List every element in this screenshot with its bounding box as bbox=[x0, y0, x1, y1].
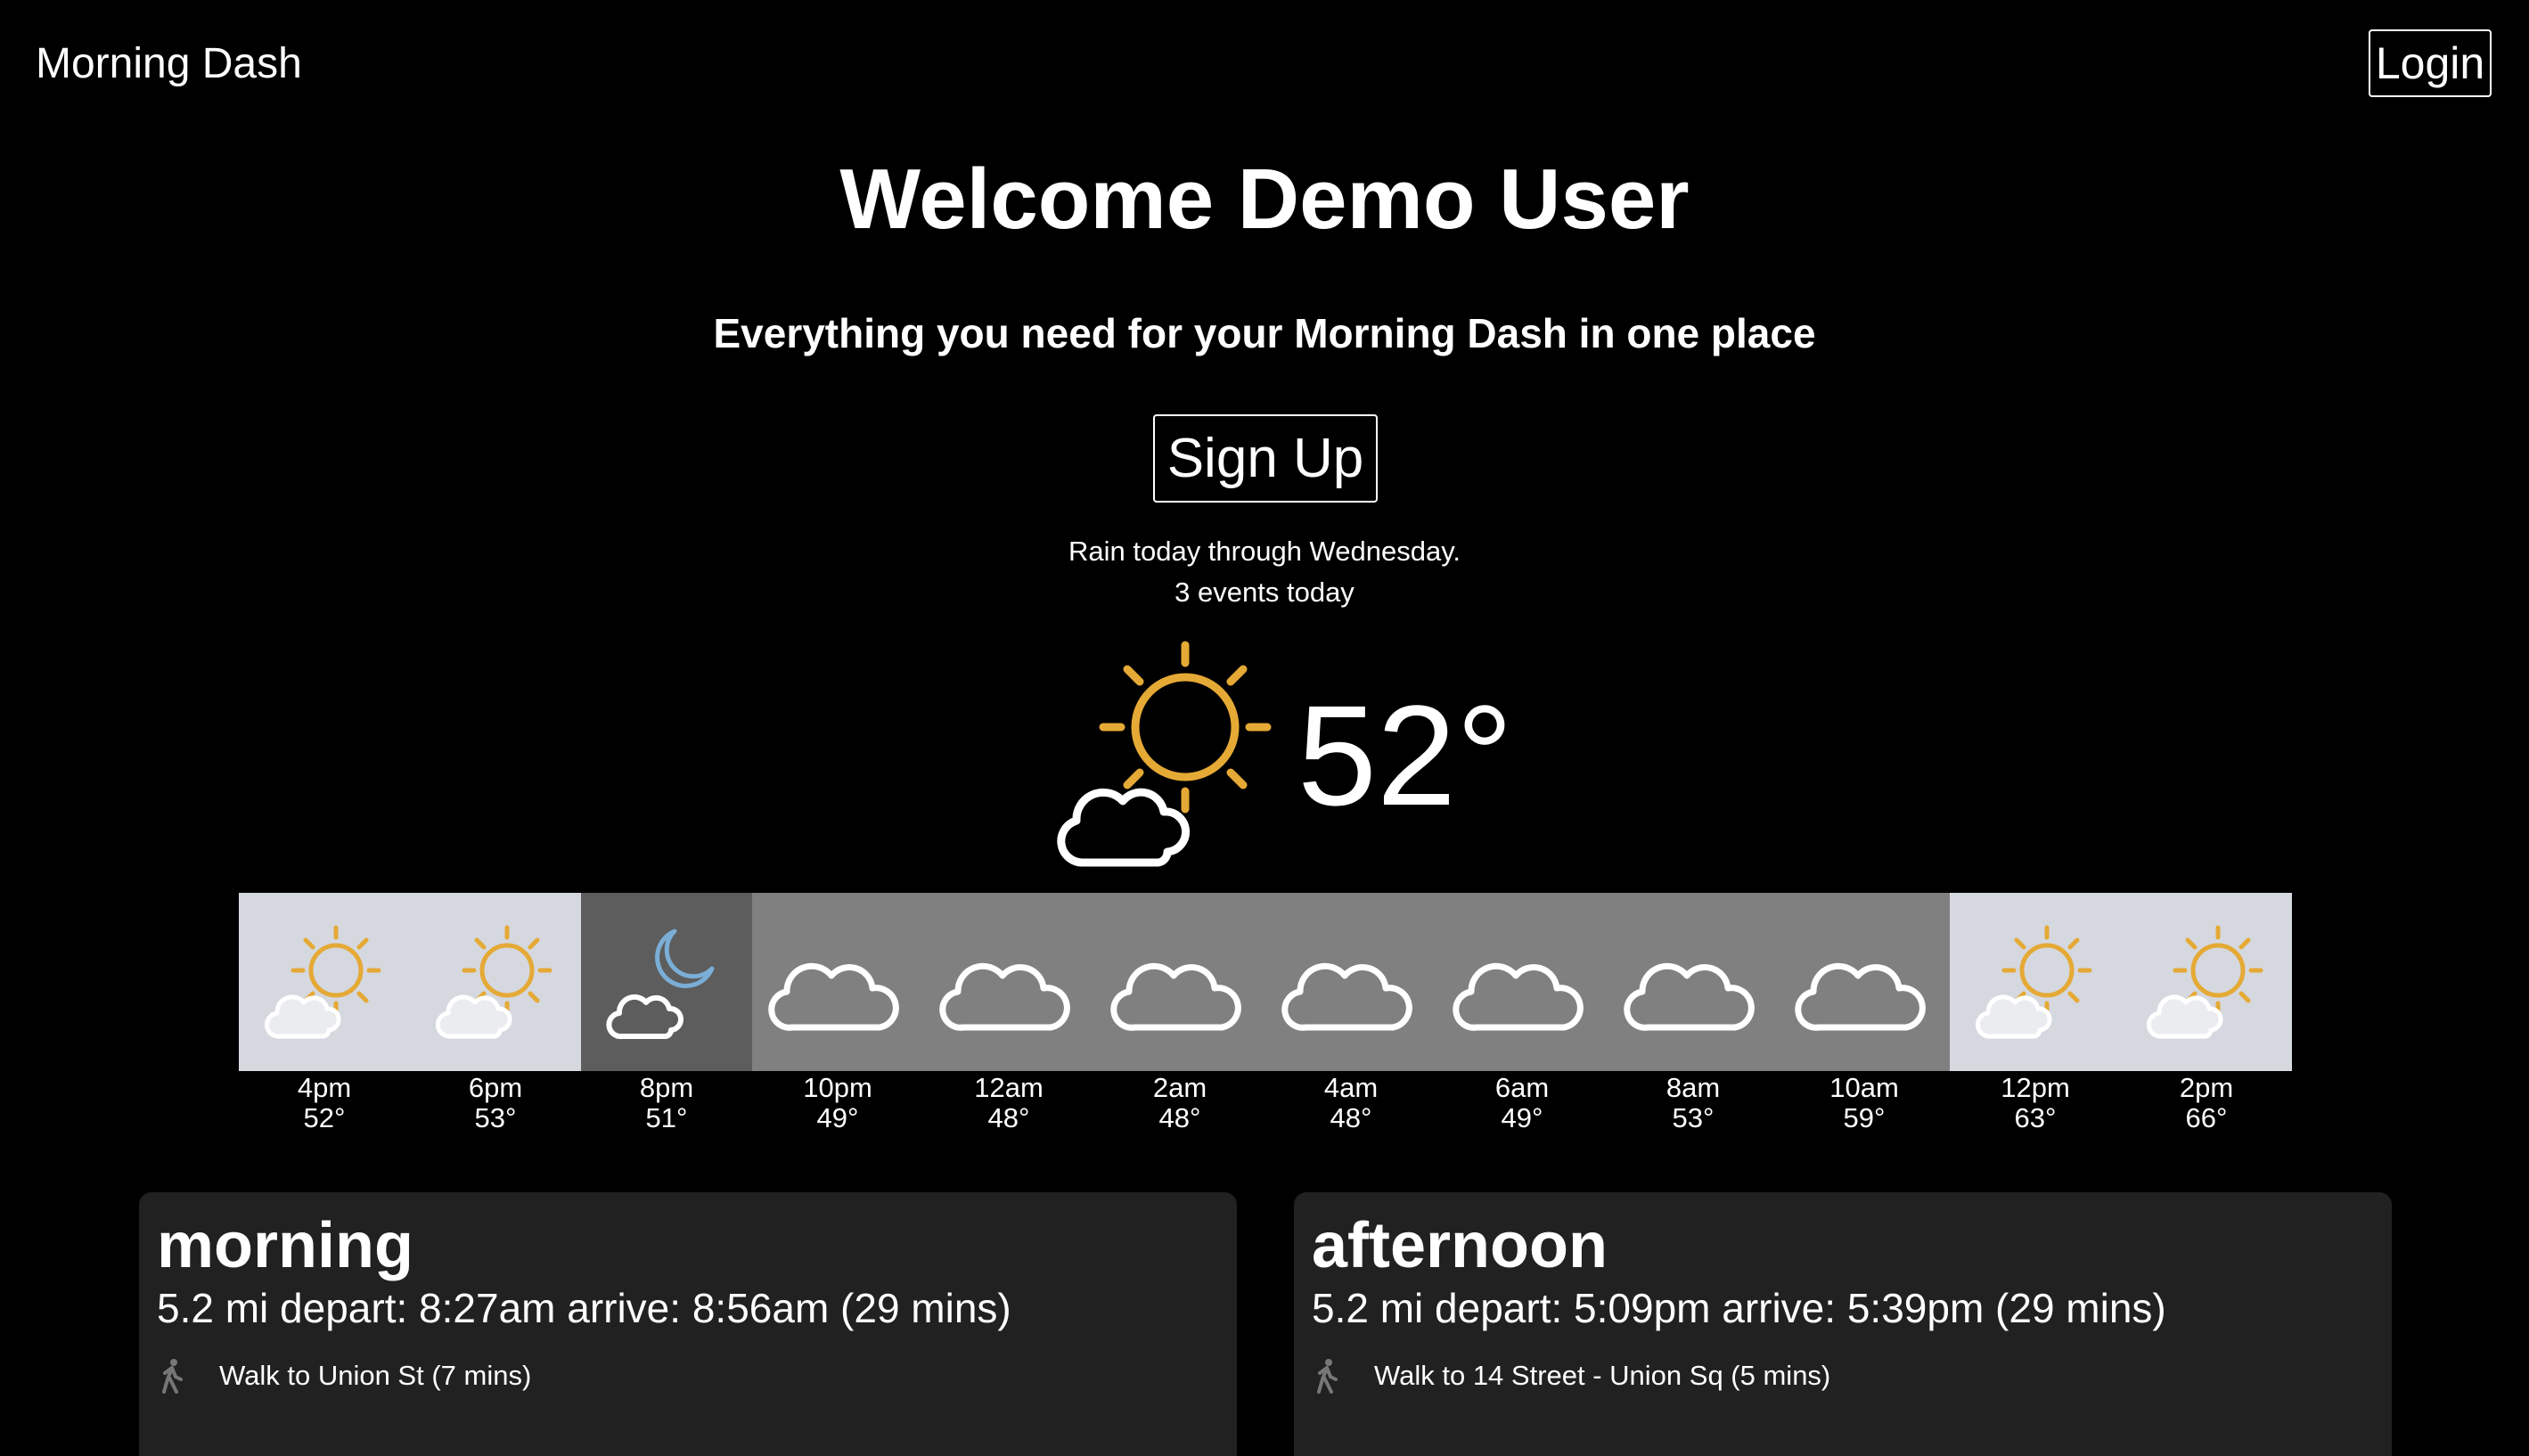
hourly-time: 6am bbox=[1494, 1072, 1550, 1103]
hourly-temperature: 52° bbox=[303, 1102, 346, 1133]
login-button[interactable]: Login bbox=[2369, 29, 2492, 97]
hourly-forecast-item: 8am 53° bbox=[1608, 893, 1779, 1133]
hourly-forecast: 4pm 52° 6pm 53° 8pm 51° 10pm 49° 12am 48… bbox=[239, 893, 2292, 1133]
hourly-forecast-item: 6am 49° bbox=[1436, 893, 1608, 1133]
hourly-time: 10am bbox=[1829, 1072, 1899, 1103]
commute-title: morning bbox=[157, 1210, 413, 1281]
hourly-temperature: 66° bbox=[2185, 1102, 2228, 1133]
hourly-time: 2pm bbox=[2179, 1072, 2234, 1103]
hourly-temperature: 53° bbox=[474, 1102, 517, 1133]
hourly-temperature: 59° bbox=[1843, 1102, 1886, 1133]
partly-cloudy-day-icon bbox=[239, 893, 410, 1071]
partly-cloudy-day-icon bbox=[2121, 893, 2292, 1071]
hourly-forecast-item: 12pm 63° bbox=[1950, 893, 2121, 1133]
commute-step-text: Walk to Union St (7 mins) bbox=[219, 1360, 532, 1391]
commute-step: Walk to Union St (7 mins) bbox=[157, 1358, 531, 1394]
cloud-icon bbox=[1436, 893, 1608, 1071]
weather-summary-text: Rain today through Wednesday. bbox=[1068, 536, 1461, 567]
cloud-icon bbox=[752, 893, 923, 1071]
hourly-forecast-item: 12am 48° bbox=[923, 893, 1094, 1133]
cloud-icon bbox=[923, 893, 1094, 1071]
hourly-forecast-item: 4am 48° bbox=[1265, 893, 1436, 1133]
cloud-icon bbox=[1265, 893, 1436, 1071]
hourly-time: 2am bbox=[1152, 1072, 1207, 1103]
events-count-text: 3 events today bbox=[1174, 577, 1355, 608]
commute-card-morning[interactable]: morning 5.2 mi depart: 8:27am arrive: 8:… bbox=[139, 1192, 1237, 1456]
hourly-temperature: 49° bbox=[1501, 1102, 1543, 1133]
hourly-time: 8am bbox=[1666, 1072, 1721, 1103]
commute-card-afternoon[interactable]: afternoon 5.2 mi depart: 5:09pm arrive: … bbox=[1294, 1192, 2392, 1456]
hourly-forecast-item: 2am 48° bbox=[1094, 893, 1265, 1133]
hourly-time: 10pm bbox=[803, 1072, 872, 1103]
partly-cloudy-night-icon bbox=[581, 893, 752, 1071]
partly-cloudy-day-icon bbox=[1043, 638, 1278, 873]
hourly-forecast-item: 10am 59° bbox=[1779, 893, 1950, 1133]
page: Morning Dash Login Welcome Demo User Eve… bbox=[0, 0, 2529, 1456]
partly-cloudy-day-icon bbox=[410, 893, 581, 1071]
commute-trip-summary: 5.2 mi depart: 5:09pm arrive: 5:39pm (29… bbox=[1312, 1285, 2166, 1331]
cloud-icon bbox=[1779, 893, 1950, 1071]
hourly-temperature: 63° bbox=[2014, 1102, 2057, 1133]
hourly-forecast-item: 8pm 51° bbox=[581, 893, 752, 1133]
walking-icon bbox=[162, 1359, 183, 1394]
hourly-forecast-item: 4pm 52° bbox=[239, 893, 410, 1133]
hourly-temperature: 48° bbox=[1330, 1102, 1372, 1133]
cloud-icon bbox=[1608, 893, 1779, 1071]
hourly-time: 12am bbox=[974, 1072, 1044, 1103]
brand-title[interactable]: Morning Dash bbox=[36, 36, 302, 93]
commute-title: afternoon bbox=[1312, 1210, 1608, 1281]
hourly-time: 6pm bbox=[468, 1072, 523, 1103]
hourly-temperature: 48° bbox=[987, 1102, 1030, 1133]
commute-trip-summary: 5.2 mi depart: 8:27am arrive: 8:56am (29… bbox=[157, 1285, 1011, 1331]
walking-icon bbox=[1317, 1359, 1338, 1394]
hourly-forecast-item: 2pm 66° bbox=[2121, 893, 2292, 1133]
partly-cloudy-day-icon bbox=[1950, 893, 2121, 1071]
hourly-time: 4pm bbox=[297, 1072, 352, 1103]
sign-up-button[interactable]: Sign Up bbox=[1153, 414, 1378, 503]
cloud-icon bbox=[1094, 893, 1265, 1071]
hourly-forecast-item: 6pm 53° bbox=[410, 893, 581, 1133]
hourly-time: 12pm bbox=[2001, 1072, 2070, 1103]
hourly-time: 8pm bbox=[639, 1072, 694, 1103]
current-temperature: 52° bbox=[1297, 675, 1513, 835]
hourly-temperature: 53° bbox=[1672, 1102, 1715, 1133]
commute-step-text: Walk to 14 Street - Union Sq (5 mins) bbox=[1374, 1360, 1831, 1391]
hourly-time: 4am bbox=[1323, 1072, 1379, 1103]
hourly-temperature: 49° bbox=[816, 1102, 859, 1133]
commute-step: Walk to 14 Street - Union Sq (5 mins) bbox=[1312, 1358, 1830, 1394]
hourly-temperature: 48° bbox=[1158, 1102, 1201, 1133]
page-subtitle: Everything you need for your Morning Das… bbox=[713, 310, 1816, 356]
daily-summary: Rain today through Wednesday. 3 events t… bbox=[0, 531, 2529, 613]
hourly-forecast-item: 10pm 49° bbox=[752, 893, 923, 1133]
page-title: Welcome Demo User bbox=[839, 151, 1690, 247]
hourly-temperature: 51° bbox=[645, 1102, 688, 1133]
